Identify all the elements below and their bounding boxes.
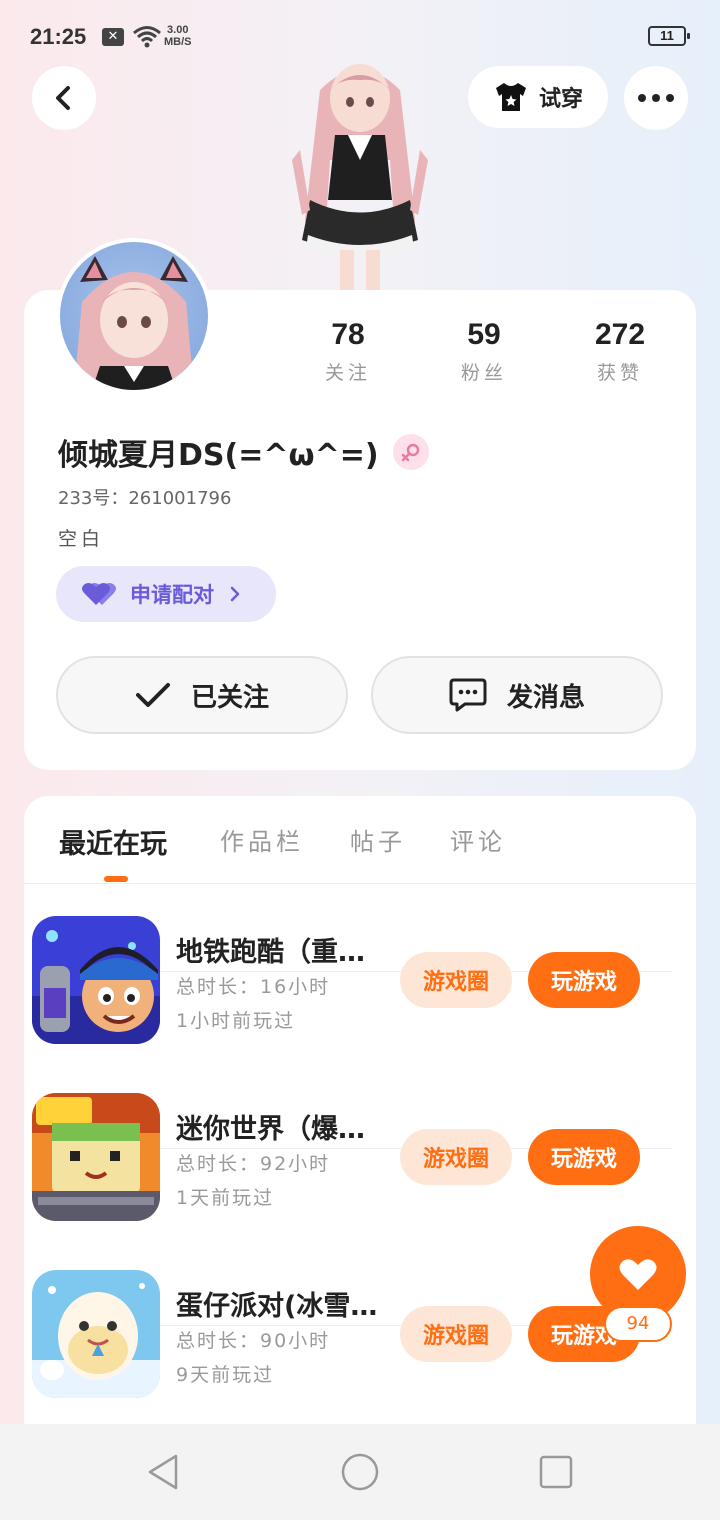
like-count: 94 <box>604 1306 672 1342</box>
request-pair-button[interactable]: 申请配对 <box>56 566 276 622</box>
username-row: 倾城夏月DS(=^ω^=) <box>58 430 429 474</box>
stat-fans[interactable]: 59 粉丝 <box>429 318 539 385</box>
game-last-played: 9天前玩过 <box>176 1364 275 1386</box>
user-bio: 空白 <box>58 528 105 550</box>
character-figure[interactable] <box>280 50 440 290</box>
request-pair-label: 申请配对 <box>130 583 214 607</box>
chevron-right-icon <box>230 586 240 602</box>
battery-icon: 11 <box>648 26 690 46</box>
check-icon <box>135 683 170 707</box>
stat-following[interactable]: 78 关注 <box>293 318 403 385</box>
chevron-left-icon <box>56 86 70 110</box>
user-id: 233号：261001796 <box>58 488 232 509</box>
chat-bubble-icon <box>449 678 487 712</box>
heart-icon <box>619 1259 657 1290</box>
system-nav-bar <box>0 1424 720 1520</box>
stat-fans-value: 59 <box>467 318 501 351</box>
following-label: 已关注 <box>190 682 269 713</box>
tshirt-icon <box>495 83 526 111</box>
stat-likes-value: 272 <box>594 318 646 351</box>
game-title: 地铁跑酷（重… <box>176 937 365 968</box>
stat-likes[interactable]: 272 获赞 <box>565 318 675 385</box>
game-row[interactable]: 蛋仔派对(冰雪… 总时长：90小时 9天前玩过 游戏圈 玩游戏 <box>32 1150 672 1398</box>
game-icon-eggy-party[interactable] <box>32 1270 160 1398</box>
stat-following-label: 关注 <box>324 362 371 384</box>
gender-female-icon <box>392 434 429 470</box>
more-dots-icon <box>638 94 674 102</box>
following-button[interactable]: 已关注 <box>56 656 348 734</box>
username: 倾城夏月DS(=^ω^=) <box>58 438 379 473</box>
game-title: 迷你世界（爆… <box>176 1114 365 1145</box>
game-icon-art <box>32 1270 160 1398</box>
network-speed-value: 3.00 <box>167 24 189 36</box>
game-circle-button[interactable]: 游戏圈 <box>400 1306 512 1362</box>
stat-likes-label: 获赞 <box>596 362 643 384</box>
more-options-button[interactable] <box>624 66 688 130</box>
try-on-button[interactable]: 试穿 <box>468 66 608 128</box>
game-playtime: 总时长：90小时 <box>176 1330 331 1352</box>
send-message-button[interactable]: 发消息 <box>371 656 663 734</box>
network-speed: 3.00 MB/S <box>164 24 192 48</box>
notification-icon: ✕ <box>102 28 124 46</box>
avatar[interactable] <box>56 238 212 394</box>
nav-recents-icon[interactable] <box>536 1452 576 1492</box>
send-message-label: 发消息 <box>506 682 585 713</box>
back-button[interactable] <box>32 66 96 130</box>
double-heart-icon <box>82 583 116 605</box>
avatar-image <box>74 256 194 390</box>
game-row[interactable]: 地铁跑酷（重… 总时长：16小时 1小时前玩过 游戏圈 玩游戏 <box>32 796 672 1044</box>
game-row[interactable]: 迷你世界（爆… 总时长：92小时 1天前玩过 游戏圈 玩游戏 <box>32 973 672 1221</box>
nav-home-icon[interactable] <box>340 1452 380 1492</box>
game-title: 蛋仔派对(冰雪… <box>176 1291 378 1322</box>
stat-following-value: 78 <box>331 318 365 351</box>
try-on-label: 试穿 <box>538 87 583 112</box>
wifi-icon <box>133 26 161 48</box>
stat-fans-label: 粉丝 <box>460 362 507 384</box>
status-time: 21:25 <box>30 24 87 49</box>
nav-back-icon[interactable] <box>144 1452 184 1492</box>
network-speed-unit: MB/S <box>164 36 192 48</box>
